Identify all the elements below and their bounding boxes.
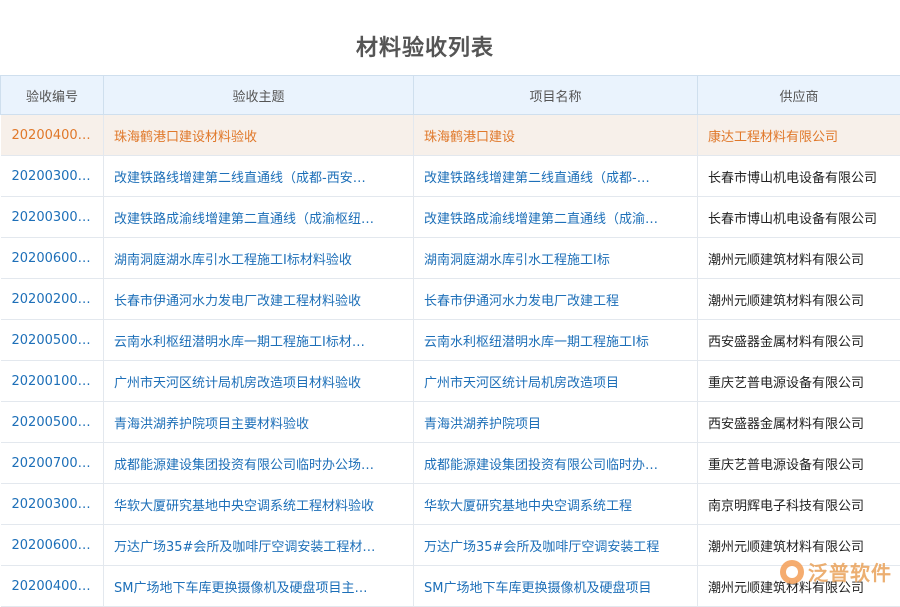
table-row[interactable]: 2020060004湖南洞庭湖水库引水工程施工Ⅰ标材料验收湖南洞庭湖水库引水工程… [1, 238, 900, 279]
acceptance-subject-link[interactable]: 珠海鹤港口建设材料验收 [104, 115, 414, 156]
supplier-cell: 长春市博山机电设备有限公司 [698, 197, 900, 238]
header-acceptance-subject[interactable]: 验收主题 [104, 76, 414, 115]
acceptance-subject-link[interactable]: 改建铁路线增建第二线直通线（成都-西安… [104, 156, 414, 197]
acceptance-id-cell: 2020050004 [1, 320, 104, 361]
supplier-cell: 西安盛器金属材料有限公司 [698, 320, 900, 361]
table-row[interactable]: 2020050001青海洪湖养护院项目主要材料验收青海洪湖养护院项目西安盛器金属… [1, 402, 900, 443]
header-project-name[interactable]: 项目名称 [414, 76, 698, 115]
table-row[interactable]: 2020040005SM广场地下车库更换摄像机及硬盘项目主…SM广场地下车库更换… [1, 566, 900, 607]
acceptance-id-cell: 2020060004 [1, 238, 104, 279]
acceptance-id-cell: 2020050001 [1, 402, 104, 443]
acceptance-subject-link[interactable]: 青海洪湖养护院项目主要材料验收 [104, 402, 414, 443]
acceptance-subject-link[interactable]: 万达广场35#会所及咖啡厅空调安装工程材… [104, 525, 414, 566]
project-name-link[interactable]: 万达广场35#会所及咖啡厅空调安装工程 [414, 525, 698, 566]
project-name-link[interactable]: 云南水利枢纽潜明水库一期工程施工Ⅰ标 [414, 320, 698, 361]
acceptance-id-cell: 2020030007 [1, 484, 104, 525]
project-name-link[interactable]: 广州市天河区统计局机房改造项目 [414, 361, 698, 402]
project-name-link[interactable]: 珠海鹤港口建设 [414, 115, 698, 156]
acceptance-subject-link[interactable]: 云南水利枢纽潜明水库一期工程施工Ⅰ标材… [104, 320, 414, 361]
supplier-cell: 重庆艺普电源设备有限公司 [698, 443, 900, 484]
acceptance-subject-link[interactable]: 广州市天河区统计局机房改造项目材料验收 [104, 361, 414, 402]
table-row[interactable]: 2020070004成都能源建设集团投资有限公司临时办公场…成都能源建设集团投资… [1, 443, 900, 484]
acceptance-subject-link[interactable]: 成都能源建设集团投资有限公司临时办公场… [104, 443, 414, 484]
project-name-link[interactable]: 华软大厦研究基地中央空调系统工程 [414, 484, 698, 525]
table-row[interactable]: 2020020005长春市伊通河水力发电厂改建工程材料验收长春市伊通河水力发电厂… [1, 279, 900, 320]
table-header-row: 验收编号 验收主题 项目名称 供应商 [1, 76, 900, 115]
table-row[interactable]: 2020040003珠海鹤港口建设材料验收珠海鹤港口建设康达工程材料有限公司 [1, 115, 900, 156]
table-row[interactable]: 2020060003万达广场35#会所及咖啡厅空调安装工程材…万达广场35#会所… [1, 525, 900, 566]
acceptance-id-cell: 2020030006 [1, 197, 104, 238]
supplier-cell: 重庆艺普电源设备有限公司 [698, 361, 900, 402]
acceptance-subject-link[interactable]: SM广场地下车库更换摄像机及硬盘项目主… [104, 566, 414, 607]
acceptance-id-cell: 2020040005 [1, 566, 104, 607]
project-name-link[interactable]: 成都能源建设集团投资有限公司临时办… [414, 443, 698, 484]
project-name-link[interactable]: 改建铁路成渝线增建第二直通线（成渝… [414, 197, 698, 238]
supplier-cell: 西安盛器金属材料有限公司 [698, 402, 900, 443]
page-title: 材料验收列表 [0, 30, 850, 62]
acceptance-id-cell: 2020010004 [1, 361, 104, 402]
acceptance-id-cell: 2020040003 [1, 115, 104, 156]
header-acceptance-id[interactable]: 验收编号 [1, 76, 104, 115]
acceptance-id-cell: 2020030001 [1, 156, 104, 197]
acceptance-id-cell: 2020020005 [1, 279, 104, 320]
watermark-text: 泛普软件 [808, 557, 892, 586]
table-row[interactable]: 2020050004云南水利枢纽潜明水库一期工程施工Ⅰ标材…云南水利枢纽潜明水库… [1, 320, 900, 361]
supplier-cell: 南京明辉电子科技有限公司 [698, 484, 900, 525]
table-row[interactable]: 2020030006改建铁路成渝线增建第二直通线（成渝枢纽…改建铁路成渝线增建第… [1, 197, 900, 238]
acceptance-table: 验收编号 验收主题 项目名称 供应商 2020040003珠海鹤港口建设材料验收… [0, 75, 900, 607]
watermark: 泛普软件 [780, 557, 892, 586]
supplier-cell: 潮州元顺建筑材料有限公司 [698, 238, 900, 279]
table-row[interactable]: 2020030007华软大厦研究基地中央空调系统工程材料验收华软大厦研究基地中央… [1, 484, 900, 525]
acceptance-subject-link[interactable]: 长春市伊通河水力发电厂改建工程材料验收 [104, 279, 414, 320]
table-row[interactable]: 2020030001改建铁路线增建第二线直通线（成都-西安…改建铁路线增建第二线… [1, 156, 900, 197]
project-name-link[interactable]: 长春市伊通河水力发电厂改建工程 [414, 279, 698, 320]
table-row[interactable]: 2020010004广州市天河区统计局机房改造项目材料验收广州市天河区统计局机房… [1, 361, 900, 402]
acceptance-id-cell: 2020070004 [1, 443, 104, 484]
supplier-cell: 长春市博山机电设备有限公司 [698, 156, 900, 197]
project-name-link[interactable]: 湖南洞庭湖水库引水工程施工Ⅰ标 [414, 238, 698, 279]
acceptance-subject-link[interactable]: 改建铁路成渝线增建第二直通线（成渝枢纽… [104, 197, 414, 238]
project-name-link[interactable]: 青海洪湖养护院项目 [414, 402, 698, 443]
acceptance-subject-link[interactable]: 华软大厦研究基地中央空调系统工程材料验收 [104, 484, 414, 525]
supplier-cell: 潮州元顺建筑材料有限公司 [698, 279, 900, 320]
project-name-link[interactable]: 改建铁路线增建第二线直通线（成都-… [414, 156, 698, 197]
header-supplier[interactable]: 供应商 [698, 76, 900, 115]
supplier-cell: 康达工程材料有限公司 [698, 115, 900, 156]
project-name-link[interactable]: SM广场地下车库更换摄像机及硬盘项目 [414, 566, 698, 607]
acceptance-id-cell: 2020060003 [1, 525, 104, 566]
acceptance-subject-link[interactable]: 湖南洞庭湖水库引水工程施工Ⅰ标材料验收 [104, 238, 414, 279]
logo-icon [780, 560, 804, 584]
